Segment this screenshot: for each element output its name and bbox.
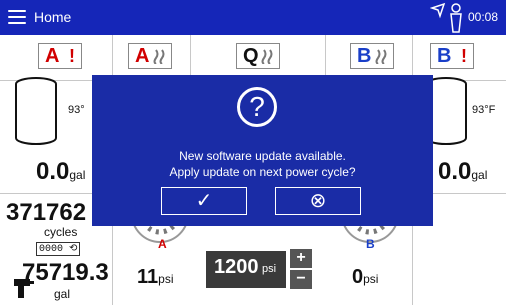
reset-counter[interactable]: 0000 ⟲ bbox=[36, 242, 81, 256]
alert-icon: ! bbox=[69, 46, 75, 66]
tile-a-alert[interactable]: A ! bbox=[38, 43, 82, 69]
pressure-b-value: 0 bbox=[352, 266, 364, 288]
counter-value: 0000 bbox=[39, 244, 64, 255]
heat-icon bbox=[153, 49, 165, 64]
tile-letter: B bbox=[357, 45, 372, 67]
tank-b-temperature: 93°F bbox=[472, 104, 496, 116]
confirm-button[interactable]: ✓ bbox=[161, 187, 247, 215]
dialog-message-line2: Apply update on next power cycle? bbox=[169, 165, 356, 179]
tank-a-drum-icon bbox=[15, 77, 57, 145]
top-bar: Home 00:08 bbox=[0, 0, 506, 35]
question-icon: ? bbox=[237, 87, 277, 127]
tile-letter: A bbox=[135, 45, 150, 67]
pressure-b-unit: psi bbox=[363, 272, 379, 286]
tile-a-heat[interactable]: A bbox=[128, 43, 172, 69]
gauge-b-label: B bbox=[366, 237, 375, 251]
divider bbox=[190, 35, 191, 80]
reset-icon: ⟲ bbox=[63, 244, 78, 255]
increase-button[interactable]: + bbox=[290, 249, 312, 268]
alert-icon: ! bbox=[461, 46, 467, 66]
divider bbox=[325, 35, 326, 80]
tile-hose-heat[interactable]: Q bbox=[236, 43, 280, 69]
tank-b-unit: gal bbox=[471, 168, 488, 182]
software-update-dialog: ? New software update available. Apply u… bbox=[92, 75, 433, 226]
pressure-a-unit: psi bbox=[158, 272, 174, 286]
decrease-button[interactable]: − bbox=[290, 270, 312, 289]
pressure-a-value: 11 bbox=[137, 266, 159, 288]
pressure-a-readout: 11psi bbox=[137, 266, 174, 289]
tile-letter: A bbox=[45, 45, 60, 67]
cancel-button[interactable]: ⊗ bbox=[275, 187, 361, 215]
tile-b-heat[interactable]: B bbox=[350, 43, 394, 69]
setpoint-unit: psi bbox=[262, 263, 277, 275]
cycles-value: 371762 bbox=[6, 199, 87, 226]
total-volume-value: 75719.3 bbox=[22, 259, 109, 286]
heat-icon bbox=[375, 49, 387, 64]
pressure-b-readout: 0psi bbox=[352, 266, 378, 289]
cycles-label: cycles bbox=[44, 225, 78, 239]
page-title: Home bbox=[34, 9, 72, 25]
tank-b-amount: 0.0 bbox=[438, 158, 472, 185]
heat-icon bbox=[261, 49, 273, 64]
tile-b-alert[interactable]: B ! bbox=[430, 43, 474, 69]
tank-a-unit: gal bbox=[69, 168, 86, 182]
setpoint-value: 1200 bbox=[214, 256, 259, 278]
tank-a-amount: 0.0 bbox=[36, 158, 70, 185]
hamburger-menu-icon[interactable] bbox=[8, 10, 26, 24]
tank-a-temperature: 93° bbox=[68, 104, 85, 116]
gauge-a-label: A bbox=[158, 237, 167, 251]
tile-letter: Q bbox=[243, 45, 259, 67]
setpoint-stepper: + − bbox=[290, 249, 312, 289]
tank-a-level: 0.0gal bbox=[36, 158, 85, 186]
dialog-message-line1: New software update available. bbox=[179, 149, 346, 163]
total-volume-unit: gal bbox=[54, 287, 71, 301]
tank-b-level: 0.0gal bbox=[438, 158, 487, 186]
clock-text: 00:08 bbox=[467, 10, 498, 24]
pressure-setpoint[interactable]: 1200 psi bbox=[206, 251, 286, 288]
tile-letter: B bbox=[437, 45, 452, 67]
